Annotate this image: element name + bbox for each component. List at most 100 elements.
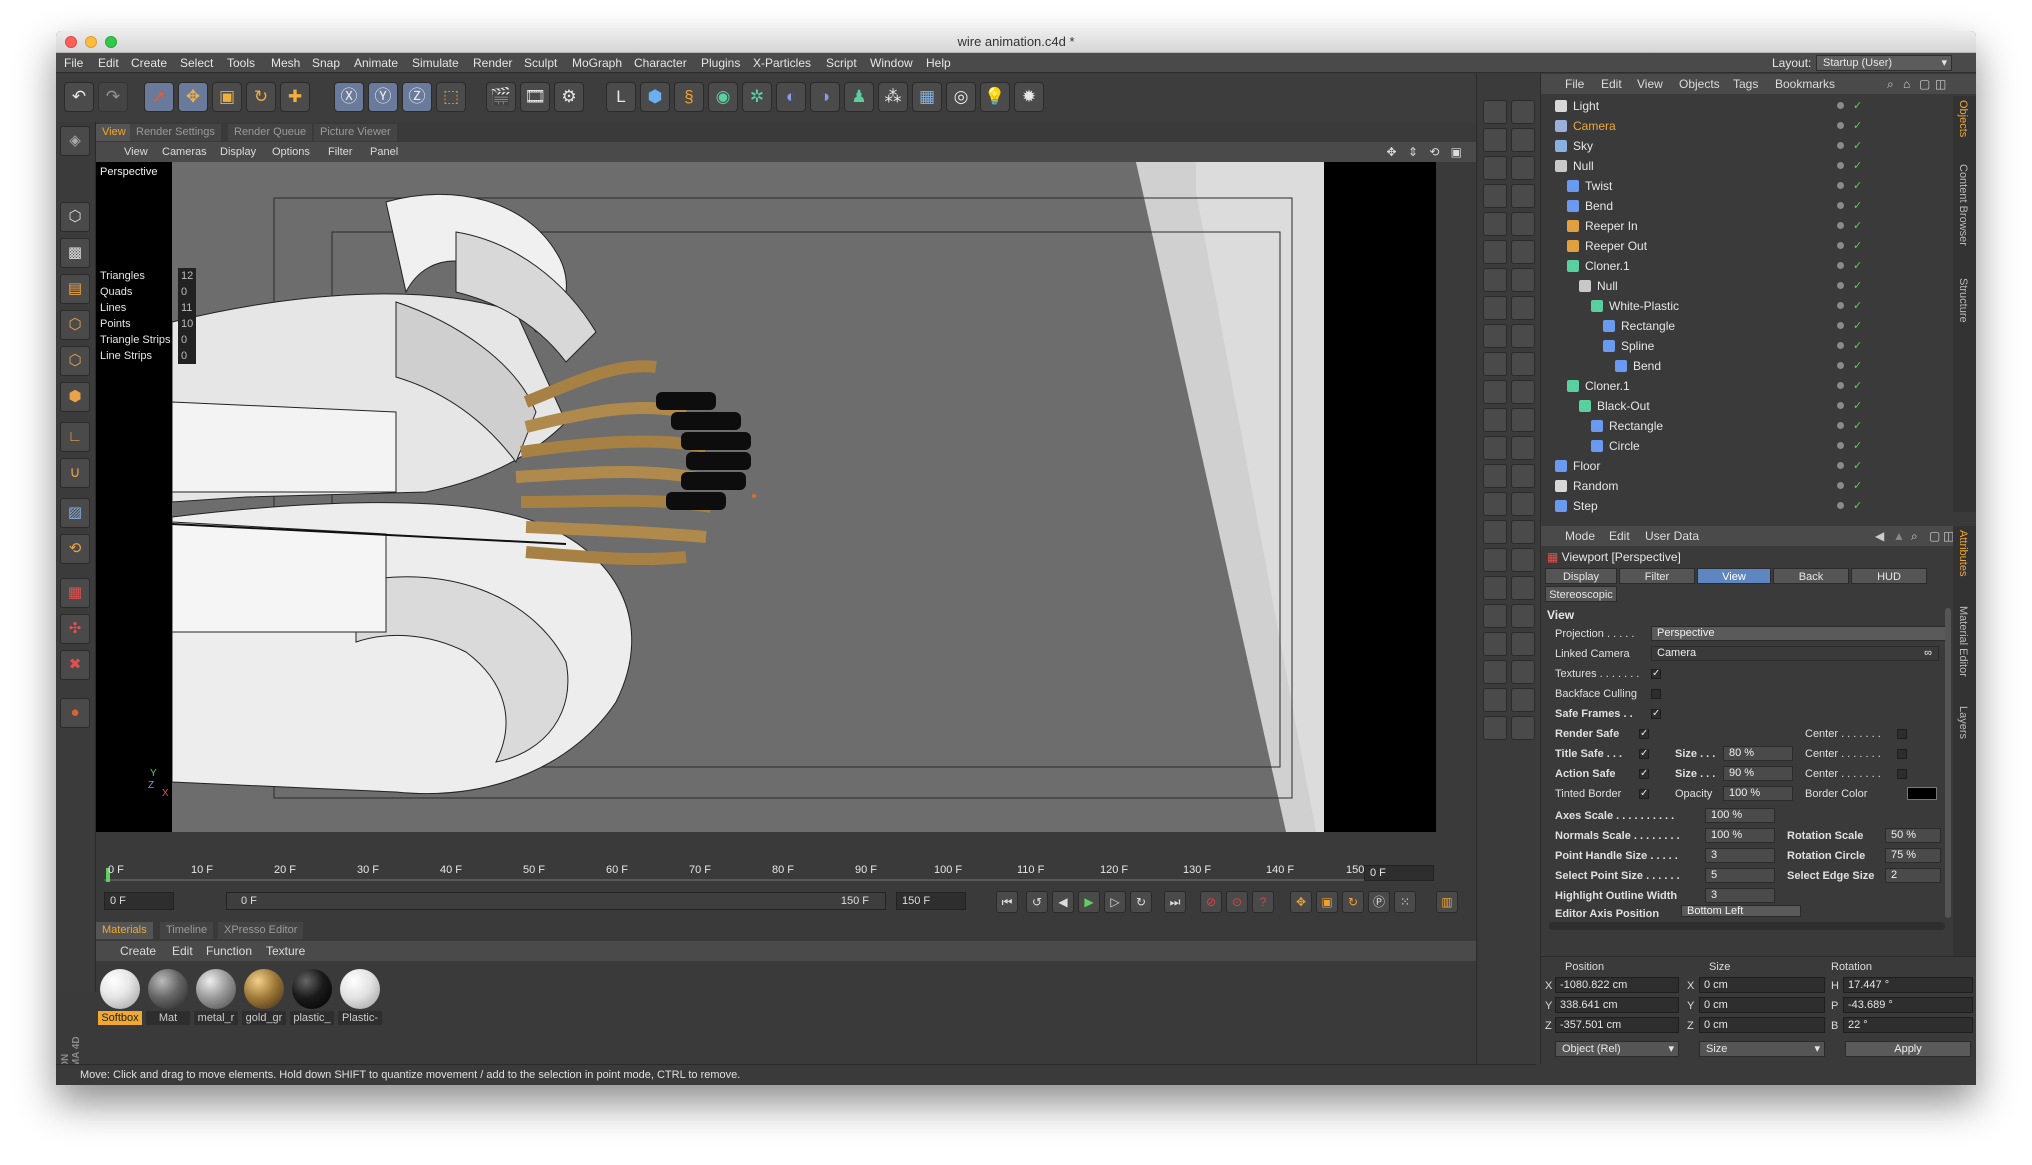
object-row[interactable]: Null ✓ xyxy=(1541,156,1953,176)
object-row[interactable]: Bend ✓ xyxy=(1541,196,1953,216)
side-tab-layers[interactable]: Layers xyxy=(1957,706,1969,739)
menu-sculpt[interactable]: Sculpt xyxy=(524,53,557,73)
material-plastic-white[interactable]: Plastic- xyxy=(338,969,382,1027)
point-handle-size-field[interactable]: 3 xyxy=(1705,848,1775,863)
side-tab-material-editor[interactable]: Material Editor xyxy=(1957,606,1969,677)
solo-button[interactable]: ✖ xyxy=(60,650,90,680)
timeline-button[interactable]: ▦ xyxy=(60,578,90,608)
character-button[interactable]: ♟ xyxy=(844,82,874,112)
sky-button[interactable]: ✹ xyxy=(1014,82,1044,112)
xpresso-button[interactable]: ✣ xyxy=(60,614,90,644)
position-z-field[interactable]: -357.501 cm xyxy=(1555,1017,1679,1033)
side-tab-objects[interactable]: Objects xyxy=(1957,100,1969,137)
attributes-vscrollbar[interactable] xyxy=(1945,608,1951,918)
texture-mode-button[interactable]: ▩ xyxy=(60,238,90,268)
end-frame-field[interactable]: 150 F xyxy=(896,892,966,910)
timeline-menu-button[interactable]: ▥ xyxy=(1436,891,1458,913)
next-key-button[interactable]: ↻ xyxy=(1130,891,1152,913)
obj-menu-file[interactable]: File xyxy=(1565,74,1584,94)
points-mode-button[interactable]: ⬡ xyxy=(60,310,90,340)
live-selection-button[interactable]: ➚ xyxy=(144,82,174,112)
object-row[interactable]: Cloner.1 ✓ xyxy=(1541,376,1953,396)
obj-menu-objects[interactable]: Objects xyxy=(1679,74,1720,94)
layout-dropdown[interactable]: Startup (User) ▾ xyxy=(1816,55,1952,71)
palette-button[interactable] xyxy=(1483,688,1507,712)
enabled-check-icon[interactable]: ✓ xyxy=(1853,476,1862,496)
tinted-border-checkbox[interactable]: ✓ xyxy=(1639,789,1649,799)
search-icon[interactable]: ⌕ xyxy=(1887,74,1894,94)
safe-frames-checkbox[interactable]: ✓ xyxy=(1651,709,1661,719)
visibility-dot-icon[interactable] xyxy=(1837,462,1844,469)
mograph-button[interactable]: ✲ xyxy=(742,82,772,112)
coordinate-system-button[interactable]: ⬚ xyxy=(436,82,466,112)
visibility-dot-icon[interactable] xyxy=(1837,142,1844,149)
move-tool-button[interactable]: ✥ xyxy=(178,82,208,112)
palette-button[interactable] xyxy=(1483,408,1507,432)
vp-menu-view[interactable]: View xyxy=(124,142,148,162)
tab-picture-viewer[interactable]: Picture Viewer xyxy=(314,124,397,141)
material-mat[interactable]: Mat xyxy=(146,969,190,1027)
border-color-swatch[interactable] xyxy=(1907,787,1937,800)
vp-menu-filter[interactable]: Filter xyxy=(328,142,352,162)
enabled-check-icon[interactable]: ✓ xyxy=(1853,316,1862,336)
palette-button[interactable] xyxy=(1511,100,1535,124)
enabled-check-icon[interactable]: ✓ xyxy=(1853,376,1862,396)
rotation-p-field[interactable]: -43.689 ° xyxy=(1843,997,1973,1013)
size-z-field[interactable]: 0 cm xyxy=(1699,1017,1825,1033)
title-safe-checkbox[interactable]: ✓ xyxy=(1639,749,1649,759)
visibility-dot-icon[interactable] xyxy=(1837,162,1844,169)
polygons-mode-button[interactable]: ⬢ xyxy=(60,382,90,412)
object-row[interactable]: Sky ✓ xyxy=(1541,136,1953,156)
mat-menu-edit[interactable]: Edit xyxy=(172,941,193,961)
menu-animate[interactable]: Animate xyxy=(354,53,398,73)
snapping-button[interactable]: ▨ xyxy=(60,498,90,528)
backface-culling-checkbox[interactable] xyxy=(1651,689,1661,699)
visibility-dot-icon[interactable] xyxy=(1837,502,1844,509)
visibility-dot-icon[interactable] xyxy=(1837,282,1844,289)
menu-x-particles[interactable]: X-Particles xyxy=(753,53,811,73)
render-picture-viewer-button[interactable]: 🎞 xyxy=(520,82,550,112)
menu-edit[interactable]: Edit xyxy=(98,53,119,73)
attr-menu-mode[interactable]: Mode xyxy=(1565,526,1595,546)
action-safe-checkbox[interactable]: ✓ xyxy=(1639,769,1649,779)
arrow-up-icon[interactable]: ▲ xyxy=(1893,526,1905,546)
palette-button[interactable] xyxy=(1483,128,1507,152)
palette-button[interactable] xyxy=(1511,464,1535,488)
palette-button[interactable] xyxy=(1511,380,1535,404)
object-row[interactable]: White-Plastic ✓ xyxy=(1541,296,1953,316)
material-plastic-black[interactable]: plastic_ xyxy=(290,969,334,1027)
particles-button[interactable]: ⁂ xyxy=(878,82,908,112)
visibility-dot-icon[interactable] xyxy=(1837,302,1844,309)
palette-button[interactable] xyxy=(1511,184,1535,208)
palette-button[interactable] xyxy=(1511,408,1535,432)
palette-button[interactable] xyxy=(1511,520,1535,544)
close-window-button[interactable] xyxy=(65,36,77,48)
maximize-window-button[interactable] xyxy=(105,36,117,48)
visibility-dot-icon[interactable] xyxy=(1837,402,1844,409)
material-softbox[interactable]: Softbox xyxy=(98,969,142,1027)
select-edge-size-field[interactable]: 2 xyxy=(1885,868,1941,883)
enabled-check-icon[interactable]: ✓ xyxy=(1853,356,1862,376)
arrow-left-icon[interactable]: ◀ xyxy=(1875,526,1884,546)
side-tab-attributes[interactable]: Attributes xyxy=(1957,530,1969,576)
tab-filter[interactable]: Filter xyxy=(1619,568,1695,584)
key-scale-button[interactable]: ▣ xyxy=(1316,891,1338,913)
z-axis-lock-button[interactable]: Ⓩ xyxy=(402,82,432,112)
deformer-button[interactable]: ◐ xyxy=(776,82,806,112)
title-safe-center-checkbox[interactable] xyxy=(1897,749,1907,759)
enabled-check-icon[interactable]: ✓ xyxy=(1853,136,1862,156)
edges-mode-button[interactable]: ⬡ xyxy=(60,346,90,376)
quantize-button[interactable]: ⟲ xyxy=(60,534,90,564)
title-safe-size-field[interactable]: 80 % xyxy=(1723,746,1793,761)
textures-checkbox[interactable]: ✓ xyxy=(1651,669,1661,679)
palette-button[interactable] xyxy=(1483,548,1507,572)
tab-view[interactable]: View xyxy=(96,124,132,141)
minimize-window-button[interactable] xyxy=(85,36,97,48)
enabled-check-icon[interactable]: ✓ xyxy=(1853,276,1862,296)
menu-file[interactable]: File xyxy=(64,53,83,73)
next-frame-button[interactable]: ▷ xyxy=(1104,891,1126,913)
obj-menu-edit[interactable]: Edit xyxy=(1601,74,1622,94)
tab-render-queue[interactable]: Render Queue xyxy=(228,124,313,141)
object-row[interactable]: Camera ✓ xyxy=(1541,116,1953,136)
current-frame-field[interactable]: 0 F xyxy=(1364,865,1434,881)
